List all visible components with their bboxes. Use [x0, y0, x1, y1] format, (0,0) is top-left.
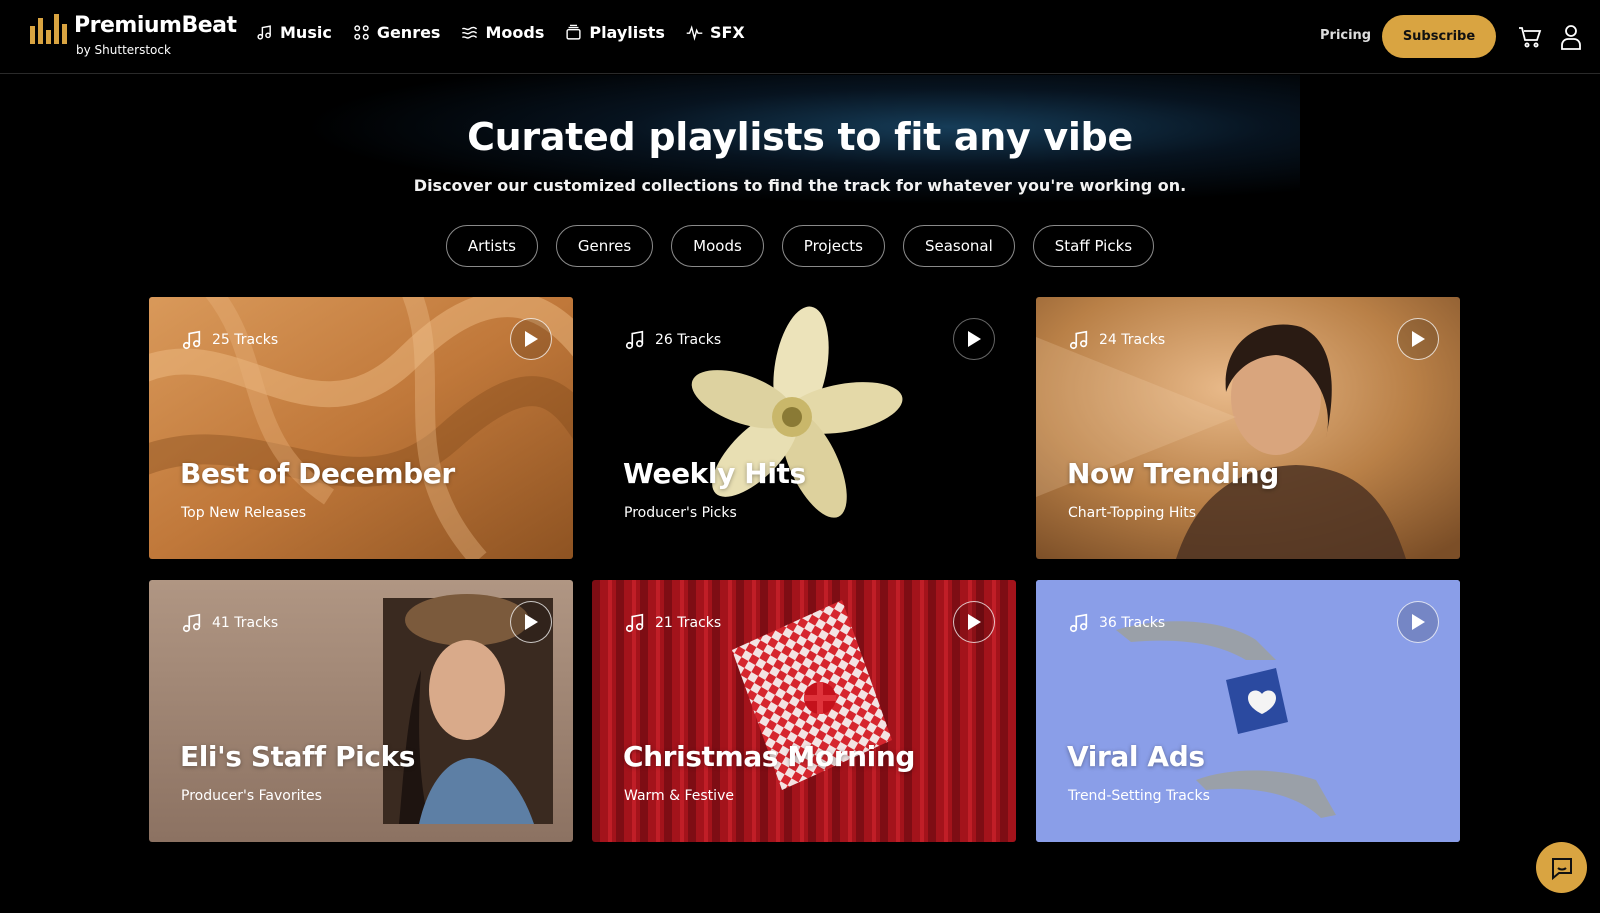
- playlist-card-elis-staff-picks[interactable]: 41 Tracks Eli's Staff Picks Producer's F…: [149, 580, 573, 842]
- filter-chip-projects[interactable]: Projects: [781, 225, 885, 267]
- play-button[interactable]: [510, 318, 552, 360]
- chat-button[interactable]: [1536, 842, 1587, 893]
- playlist-title: Christmas Morning: [623, 740, 916, 773]
- waves-icon: [462, 26, 478, 39]
- filter-chip-staff-picks[interactable]: Staff Picks: [1032, 225, 1155, 267]
- playlist-subtitle: Trend-Setting Tracks: [1068, 788, 1210, 804]
- music-note-icon: [625, 330, 644, 350]
- filter-chip-genres[interactable]: Genres: [555, 225, 654, 267]
- music-note-icon: [257, 25, 271, 40]
- track-count-label: 25 Tracks: [212, 332, 279, 348]
- filter-chips: Artists Genres Moods Projects Seasonal S…: [0, 225, 1600, 267]
- play-icon: [525, 614, 538, 630]
- nav-label: Genres: [376, 23, 441, 42]
- play-button[interactable]: [953, 601, 995, 643]
- music-note-icon: [1069, 613, 1088, 633]
- logo-bars-icon: [30, 14, 67, 44]
- track-count: 21 Tracks: [624, 612, 721, 634]
- nav-item-music[interactable]: Music: [256, 23, 332, 42]
- playlist-title: Viral Ads: [1067, 740, 1205, 773]
- grid-icon: [354, 25, 369, 40]
- nav-item-moods[interactable]: Moods: [461, 23, 544, 42]
- nav-label: SFX: [709, 23, 745, 42]
- playlist-subtitle: Chart-Topping Hits: [1068, 505, 1197, 521]
- track-count-label: 41 Tracks: [212, 615, 279, 631]
- page-subtitle: Discover our customized collections to f…: [413, 176, 1187, 195]
- music-note-icon: [1069, 330, 1088, 350]
- nav-label: Moods: [485, 23, 545, 42]
- nav-label: Playlists: [589, 23, 665, 42]
- track-count: 24 Tracks: [1068, 329, 1165, 351]
- pricing-link[interactable]: Pricing: [1320, 28, 1371, 43]
- premiumbeat-logo[interactable]: PremiumBeat by Shutterstock: [30, 12, 237, 62]
- play-icon: [1412, 331, 1425, 347]
- music-note-icon: [182, 613, 201, 633]
- playlist-subtitle: Top New Releases: [181, 505, 307, 521]
- play-icon: [525, 331, 538, 347]
- playlist-title: Weekly Hits: [623, 457, 806, 490]
- nav-item-genres[interactable]: Genres: [353, 23, 441, 42]
- play-icon: [968, 614, 981, 630]
- nav-item-sfx[interactable]: SFX: [686, 23, 745, 42]
- waveform-icon: [686, 25, 703, 41]
- account-icon[interactable]: [1560, 24, 1582, 50]
- play-icon: [968, 331, 981, 347]
- subscribe-button[interactable]: Subscribe: [1382, 15, 1496, 58]
- cart-icon[interactable]: [1518, 25, 1542, 49]
- playlist-subtitle: Warm & Festive: [624, 788, 734, 804]
- play-icon: [1412, 614, 1425, 630]
- filter-chip-artists[interactable]: Artists: [445, 225, 538, 267]
- play-button[interactable]: [510, 601, 552, 643]
- page-title: Curated playlists to fit any vibe: [467, 115, 1133, 159]
- playlist-title: Best of December: [180, 457, 455, 490]
- filter-chip-moods[interactable]: Moods: [671, 225, 764, 267]
- playlist-card-now-trending[interactable]: 24 Tracks Now Trending Chart-Topping Hit…: [1036, 297, 1460, 559]
- play-button[interactable]: [953, 318, 995, 360]
- play-button[interactable]: [1397, 601, 1439, 643]
- track-count: 25 Tracks: [181, 329, 278, 351]
- main-nav: Music Genres Moods Playlists SFX: [256, 23, 745, 42]
- brand-byline: by Shutterstock: [76, 43, 171, 57]
- playlist-card-weekly-hits[interactable]: 26 Tracks Weekly Hits Producer's Picks: [592, 297, 1016, 559]
- track-count: 41 Tracks: [181, 612, 278, 634]
- playlist-title: Now Trending: [1067, 457, 1279, 490]
- playlist-subtitle: Producer's Picks: [624, 505, 737, 521]
- track-count-label: 36 Tracks: [1099, 615, 1166, 631]
- track-count: 26 Tracks: [624, 329, 721, 351]
- brand-name: PremiumBeat: [74, 13, 237, 38]
- playlist-card-best-of-december[interactable]: 25 Tracks Best of December Top New Relea…: [149, 297, 573, 559]
- music-note-icon: [625, 613, 644, 633]
- playlist-icon: [566, 24, 581, 40]
- playlist-card-viral-ads[interactable]: 36 Tracks Viral Ads Trend-Setting Tracks: [1036, 580, 1460, 842]
- filter-chip-seasonal[interactable]: Seasonal: [902, 225, 1015, 267]
- track-count: 36 Tracks: [1068, 612, 1165, 634]
- playlist-title: Eli's Staff Picks: [180, 740, 416, 773]
- nav-item-playlists[interactable]: Playlists: [565, 23, 665, 42]
- playlist-card-christmas-morning[interactable]: 21 Tracks Christmas Morning Warm & Festi…: [592, 580, 1016, 842]
- playlist-subtitle: Producer's Favorites: [181, 788, 322, 804]
- music-note-icon: [182, 330, 201, 350]
- track-count-label: 26 Tracks: [655, 332, 722, 348]
- track-count-label: 21 Tracks: [655, 615, 722, 631]
- play-button[interactable]: [1397, 318, 1439, 360]
- chat-icon: [1551, 857, 1572, 880]
- site-header: PremiumBeat by Shutterstock Music Genres…: [0, 0, 1600, 74]
- track-count-label: 24 Tracks: [1099, 332, 1166, 348]
- nav-label: Music: [280, 23, 332, 42]
